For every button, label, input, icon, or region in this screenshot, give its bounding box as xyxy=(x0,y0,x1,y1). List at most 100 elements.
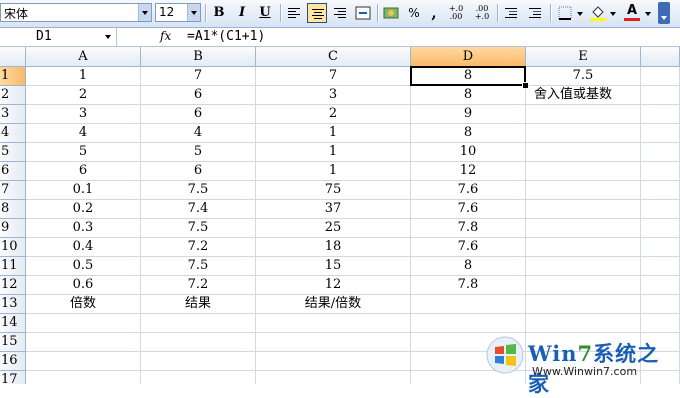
cell-filler[interactable] xyxy=(641,105,680,124)
cell-a8[interactable]: 0.2 xyxy=(26,200,141,219)
cell-e1[interactable]: 7.5 xyxy=(526,67,641,86)
cell-b14[interactable] xyxy=(141,314,256,333)
cell-d10[interactable]: 7.6 xyxy=(411,238,526,257)
cell-c16[interactable] xyxy=(256,352,411,371)
underline-button[interactable]: U xyxy=(255,3,275,23)
cell-c1[interactable]: 7 xyxy=(256,67,411,86)
cell-c14[interactable] xyxy=(256,314,411,333)
cell-filler[interactable] xyxy=(641,276,680,295)
cell-d2[interactable]: 8 xyxy=(411,86,526,105)
increase-decimal-button[interactable]: +.0 .00 xyxy=(446,3,466,23)
decrease-decimal-button[interactable]: .00 +.0 xyxy=(472,3,492,23)
cell-b7[interactable]: 7.5 xyxy=(141,181,256,200)
column-header-d[interactable]: D xyxy=(411,47,526,67)
column-header-e[interactable]: E xyxy=(526,47,641,67)
row-header-16[interactable]: 16 xyxy=(0,352,26,371)
row-header-8[interactable]: 8 xyxy=(0,200,26,219)
cell-d7[interactable]: 7.6 xyxy=(411,181,526,200)
cell-d8[interactable]: 7.6 xyxy=(411,200,526,219)
cell-d11[interactable]: 8 xyxy=(411,257,526,276)
cell-filler[interactable] xyxy=(641,67,680,86)
row-header-6[interactable]: 6 xyxy=(0,162,26,181)
cell-filler[interactable] xyxy=(641,86,680,105)
align-center-button[interactable] xyxy=(307,3,327,23)
cell-d9[interactable]: 7.8 xyxy=(411,219,526,238)
cell-a13[interactable]: 倍数 xyxy=(26,295,141,314)
cell-filler[interactable] xyxy=(641,124,680,143)
cell-d13[interactable] xyxy=(411,295,526,314)
row-header-5[interactable]: 5 xyxy=(0,143,26,162)
cell-e10[interactable] xyxy=(526,238,641,257)
font-size-dropdown[interactable]: 12 xyxy=(155,3,201,22)
cell-b15[interactable] xyxy=(141,333,256,352)
cell-b4[interactable]: 4 xyxy=(141,124,256,143)
italic-button[interactable]: I xyxy=(232,3,252,23)
cell-d5[interactable]: 10 xyxy=(411,143,526,162)
cell-b16[interactable] xyxy=(141,352,256,371)
insert-function-icon[interactable]: fx xyxy=(160,29,171,43)
cell-c2[interactable]: 3 xyxy=(256,86,411,105)
row-header-7[interactable]: 7 xyxy=(0,181,26,200)
cell-a6[interactable]: 6 xyxy=(26,162,141,181)
decrease-indent-button[interactable] xyxy=(501,3,521,23)
cell-a9[interactable]: 0.3 xyxy=(26,219,141,238)
cell-a15[interactable] xyxy=(26,333,141,352)
select-all-corner[interactable] xyxy=(0,47,26,67)
cell-filler[interactable] xyxy=(641,257,680,276)
column-header-a[interactable]: A xyxy=(26,47,141,67)
cell-filler[interactable] xyxy=(641,238,680,257)
bold-button[interactable]: B xyxy=(209,3,229,23)
fill-color-button[interactable] xyxy=(588,3,608,23)
cell-a3[interactable]: 3 xyxy=(26,105,141,124)
cell-a16[interactable] xyxy=(26,352,141,371)
toolbar-options-button[interactable] xyxy=(658,2,670,24)
cell-filler[interactable] xyxy=(641,162,680,181)
cell-b13[interactable]: 结果 xyxy=(141,295,256,314)
cell-e2[interactable]: 舍入值或基数 xyxy=(526,86,641,105)
cell-c5[interactable]: 1 xyxy=(256,143,411,162)
cell-e13[interactable] xyxy=(526,295,641,314)
cell-a14[interactable] xyxy=(26,314,141,333)
cell-b6[interactable]: 6 xyxy=(141,162,256,181)
row-header-10[interactable]: 10 xyxy=(0,238,26,257)
chevron-down-icon[interactable] xyxy=(187,4,200,21)
cell-b2[interactable]: 6 xyxy=(141,86,256,105)
cell-filler[interactable] xyxy=(641,200,680,219)
cell-filler[interactable] xyxy=(641,181,680,200)
row-header-17[interactable]: 17 xyxy=(0,371,26,384)
cell-c15[interactable] xyxy=(256,333,411,352)
borders-dropdown-arrow[interactable] xyxy=(575,3,585,23)
cell-e5[interactable] xyxy=(526,143,641,162)
name-box[interactable]: D1 xyxy=(0,28,117,46)
cell-d4[interactable]: 8 xyxy=(411,124,526,143)
cell-e11[interactable] xyxy=(526,257,641,276)
cell-c7[interactable]: 75 xyxy=(256,181,411,200)
cell-a1[interactable]: 1 xyxy=(26,67,141,86)
percent-button[interactable]: % xyxy=(404,3,424,23)
cell-e3[interactable] xyxy=(526,105,641,124)
font-name-dropdown[interactable]: 宋体 xyxy=(0,3,152,22)
align-left-button[interactable] xyxy=(284,3,304,23)
cell-e4[interactable] xyxy=(526,124,641,143)
row-header-13[interactable]: 13 xyxy=(0,295,26,314)
cell-b17[interactable] xyxy=(141,371,256,384)
fill-color-dropdown-arrow[interactable] xyxy=(608,3,618,23)
column-header-c[interactable]: C xyxy=(256,47,411,67)
row-header-12[interactable]: 12 xyxy=(0,276,26,295)
cell-b5[interactable]: 5 xyxy=(141,143,256,162)
cell-b11[interactable]: 7.5 xyxy=(141,257,256,276)
merge-center-button[interactable] xyxy=(353,3,373,23)
cell-b12[interactable]: 7.2 xyxy=(141,276,256,295)
cell-b8[interactable]: 7.4 xyxy=(141,200,256,219)
align-right-button[interactable] xyxy=(330,3,350,23)
font-color-button[interactable]: A xyxy=(622,3,642,23)
cell-c13[interactable]: 结果/倍数 xyxy=(256,295,411,314)
chevron-down-icon[interactable] xyxy=(102,30,114,43)
cell-c4[interactable]: 1 xyxy=(256,124,411,143)
cell-c17[interactable] xyxy=(256,371,411,384)
cell-e8[interactable] xyxy=(526,200,641,219)
cell-a7[interactable]: 0.1 xyxy=(26,181,141,200)
cell-filler[interactable] xyxy=(641,219,680,238)
row-header-4[interactable]: 4 xyxy=(0,124,26,143)
cell-c9[interactable]: 25 xyxy=(256,219,411,238)
